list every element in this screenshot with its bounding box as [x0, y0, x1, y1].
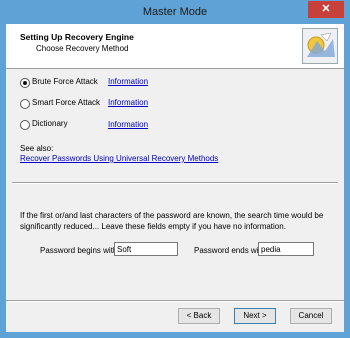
radio-button[interactable]: [20, 99, 30, 109]
radio-button[interactable]: [20, 120, 30, 130]
window-title: Master Mode: [142, 6, 208, 18]
password-ends-input[interactable]: [258, 242, 314, 256]
hint-text: If the first or/and last characters of t…: [20, 211, 324, 231]
radio-label: Brute Force Attack: [32, 77, 98, 86]
dialog-client: Setting Up Recovery Engine Choose Recove…: [6, 24, 344, 332]
password-begins-input[interactable]: [114, 242, 178, 256]
close-icon: ✕: [321, 3, 331, 15]
info-link-smart-force[interactable]: Information: [108, 98, 148, 107]
next-button[interactable]: Next >: [234, 308, 276, 324]
info-link-dictionary[interactable]: Information: [108, 120, 148, 129]
title-bar[interactable]: Master Mode ✕: [0, 0, 350, 24]
close-button[interactable]: ✕: [308, 1, 344, 18]
radio-label: Dictionary: [32, 119, 68, 128]
see-also-label: See also:: [20, 144, 54, 153]
header-subtitle: Choose Recovery Method: [36, 44, 129, 53]
radio-button-selected[interactable]: [20, 78, 30, 88]
header-title: Setting Up Recovery Engine: [20, 32, 134, 42]
info-link-brute-force[interactable]: Information: [108, 77, 148, 86]
cancel-button[interactable]: Cancel: [290, 308, 332, 324]
wizard-header: Setting Up Recovery Engine Choose Recove…: [6, 24, 344, 69]
footer-divider: [6, 300, 344, 302]
ends-label: Password ends with: [194, 246, 266, 255]
recover-methods-link[interactable]: Recover Passwords Using Universal Recove…: [20, 154, 218, 163]
wizard-logo-icon: [302, 28, 338, 64]
back-button[interactable]: < Back: [178, 308, 220, 324]
begins-label: Password begins with: [40, 246, 118, 255]
radio-label: Smart Force Attack: [32, 98, 101, 107]
divider: [12, 182, 338, 184]
master-mode-window: Master Mode ✕ Setting Up Recovery Engine…: [0, 0, 350, 338]
